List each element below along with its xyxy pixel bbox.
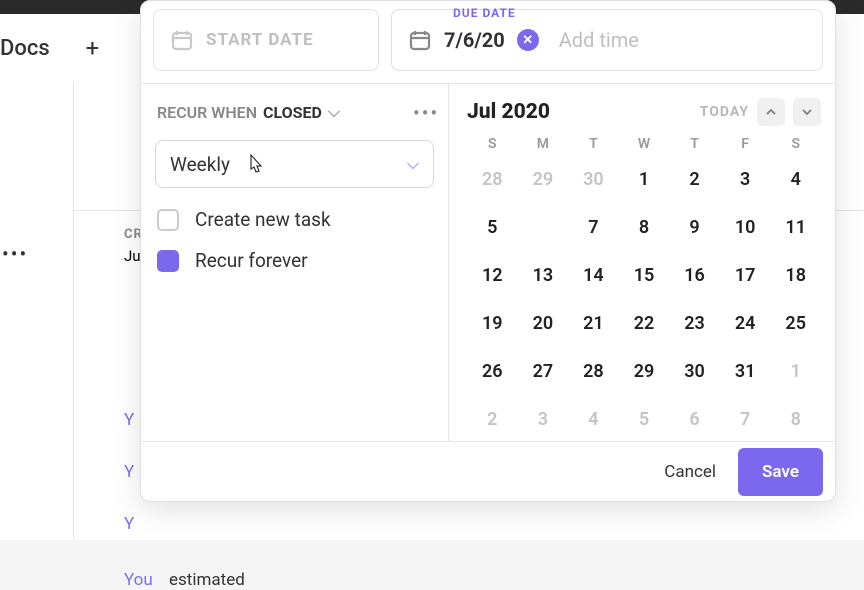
calendar-day[interactable]: 24 bbox=[720, 304, 771, 342]
clear-due-date-button[interactable]: ✕ bbox=[517, 29, 539, 51]
calendar-day[interactable]: 3 bbox=[720, 160, 771, 198]
weekday-label: T bbox=[669, 136, 720, 152]
calendar-day[interactable]: 28 bbox=[568, 352, 619, 390]
create-new-task-option[interactable]: Create new task bbox=[157, 208, 434, 231]
option-label: Create new task bbox=[195, 208, 331, 231]
prev-month-button[interactable] bbox=[757, 98, 785, 126]
calendar-day[interactable]: 16 bbox=[669, 256, 720, 294]
docs-tab[interactable]: Docs bbox=[0, 36, 50, 61]
calendar-day[interactable]: 7 bbox=[568, 208, 619, 246]
calendar-day[interactable]: 18 bbox=[770, 256, 821, 294]
month-label: Jul 2020 bbox=[467, 100, 550, 124]
chevron-down-icon: ⌵ bbox=[328, 102, 340, 122]
calendar-day[interactable]: 8 bbox=[770, 400, 821, 438]
today-button[interactable]: TODAY bbox=[700, 104, 749, 120]
calendar-day[interactable]: 3 bbox=[518, 400, 569, 438]
start-date-placeholder: START DATE bbox=[206, 30, 314, 50]
save-button[interactable]: Save bbox=[738, 448, 823, 496]
date-recurrence-popup: START DATE DUE DATE 7/6/20 ✕ Add time RE… bbox=[140, 0, 836, 502]
due-date-value: 7/6/20 bbox=[444, 28, 505, 52]
recurrence-pane: RECUR WHEN CLOSED ⌵ ••• Weekly ⌵ Create … bbox=[141, 84, 449, 442]
calendar-day[interactable]: 20 bbox=[518, 304, 569, 342]
due-date-label: DUE DATE bbox=[453, 6, 516, 20]
weekday-label: S bbox=[770, 136, 821, 152]
calendar-day[interactable]: 8 bbox=[619, 208, 670, 246]
pointer-cursor-icon bbox=[244, 153, 268, 179]
calendar-day[interactable]: 30 bbox=[568, 160, 619, 198]
calendar-day[interactable]: 1 bbox=[770, 352, 821, 390]
calendar-day[interactable]: 9 bbox=[669, 208, 720, 246]
weekday-label: F bbox=[720, 136, 771, 152]
calendar-day[interactable]: 29 bbox=[619, 352, 670, 390]
start-date-field[interactable]: START DATE bbox=[153, 9, 379, 71]
bg-link: Y bbox=[124, 514, 134, 534]
more-options-icon[interactable]: ••• bbox=[413, 101, 439, 125]
add-time-button[interactable]: Add time bbox=[559, 28, 639, 52]
bg-link: Y bbox=[124, 462, 134, 482]
calendar-pane: Jul 2020 TODAY SMTWTFS 28293012345678910… bbox=[449, 84, 835, 442]
days-grid: 2829301234567891011121314151617181920212… bbox=[467, 160, 821, 438]
frequency-select[interactable]: Weekly ⌵ bbox=[155, 140, 434, 188]
calendar-day[interactable]: 19 bbox=[467, 304, 518, 342]
recur-when-dropdown[interactable]: RECUR WHEN CLOSED ⌵ bbox=[155, 102, 434, 122]
bg-link: You bbox=[124, 570, 153, 590]
calendar-header: Jul 2020 TODAY bbox=[467, 98, 821, 126]
calendar-day[interactable]: 4 bbox=[770, 160, 821, 198]
more-icon[interactable]: ••• bbox=[2, 242, 28, 266]
calendar-icon bbox=[408, 28, 432, 52]
calendar-day[interactable]: 5 bbox=[467, 208, 518, 246]
calendar-day[interactable]: 5 bbox=[619, 400, 670, 438]
calendar-day[interactable]: 12 bbox=[467, 256, 518, 294]
calendar-day[interactable]: 6 bbox=[669, 400, 720, 438]
recur-forever-option[interactable]: Recur forever bbox=[157, 249, 434, 272]
due-date-field[interactable]: DUE DATE 7/6/20 ✕ Add time bbox=[391, 9, 823, 71]
weekday-row: SMTWTFS bbox=[467, 136, 821, 152]
weekday-label: T bbox=[568, 136, 619, 152]
calendar-day[interactable]: 23 bbox=[669, 304, 720, 342]
checkbox-checked[interactable] bbox=[157, 250, 179, 272]
calendar-nav: TODAY bbox=[700, 98, 821, 126]
calendar-day[interactable]: 4 bbox=[568, 400, 619, 438]
calendar-day[interactable]: 7 bbox=[720, 400, 771, 438]
calendar-day[interactable]: 31 bbox=[720, 352, 771, 390]
recur-when-label: RECUR WHEN bbox=[157, 103, 257, 122]
calendar-day[interactable]: 27 bbox=[518, 352, 569, 390]
popup-body: RECUR WHEN CLOSED ⌵ ••• Weekly ⌵ Create … bbox=[141, 84, 835, 442]
calendar-day[interactable]: 21 bbox=[568, 304, 619, 342]
calendar-icon bbox=[170, 28, 194, 52]
calendar-day[interactable]: 1 bbox=[619, 160, 670, 198]
checkbox-unchecked[interactable] bbox=[157, 209, 179, 231]
weekday-label: W bbox=[619, 136, 670, 152]
calendar-day[interactable]: 2 bbox=[467, 400, 518, 438]
chevron-down-icon: ⌵ bbox=[407, 154, 419, 174]
calendar-day[interactable]: 22 bbox=[619, 304, 670, 342]
option-label: Recur forever bbox=[195, 249, 308, 272]
left-sidebar: ••• bbox=[0, 82, 74, 540]
calendar-day[interactable]: 15 bbox=[619, 256, 670, 294]
calendar-day[interactable]: 26 bbox=[467, 352, 518, 390]
calendar-day[interactable]: 13 bbox=[518, 256, 569, 294]
calendar-day[interactable]: 25 bbox=[770, 304, 821, 342]
popup-footer: Cancel Save bbox=[141, 441, 835, 501]
bg-link: Y bbox=[124, 410, 134, 430]
calendar-day[interactable]: 17 bbox=[720, 256, 771, 294]
recur-when-value: CLOSED bbox=[263, 103, 322, 122]
calendar-day[interactable]: 2 bbox=[669, 160, 720, 198]
frequency-value: Weekly bbox=[170, 153, 230, 176]
calendar-day[interactable]: 14 bbox=[568, 256, 619, 294]
bg-text: estimated bbox=[169, 570, 245, 590]
bg-text: Ju bbox=[124, 247, 141, 265]
calendar-day[interactable]: 11 bbox=[770, 208, 821, 246]
add-icon[interactable]: + bbox=[86, 34, 100, 62]
calendar-day[interactable]: 30 bbox=[669, 352, 720, 390]
calendar-day[interactable]: 6 bbox=[518, 208, 569, 246]
weekday-label: S bbox=[467, 136, 518, 152]
weekday-label: M bbox=[518, 136, 569, 152]
cancel-button[interactable]: Cancel bbox=[642, 462, 738, 482]
calendar-day[interactable]: 10 bbox=[720, 208, 771, 246]
next-month-button[interactable] bbox=[793, 98, 821, 126]
date-bar: START DATE DUE DATE 7/6/20 ✕ Add time bbox=[141, 1, 835, 84]
calendar-day[interactable]: 28 bbox=[467, 160, 518, 198]
calendar-day[interactable]: 29 bbox=[518, 160, 569, 198]
